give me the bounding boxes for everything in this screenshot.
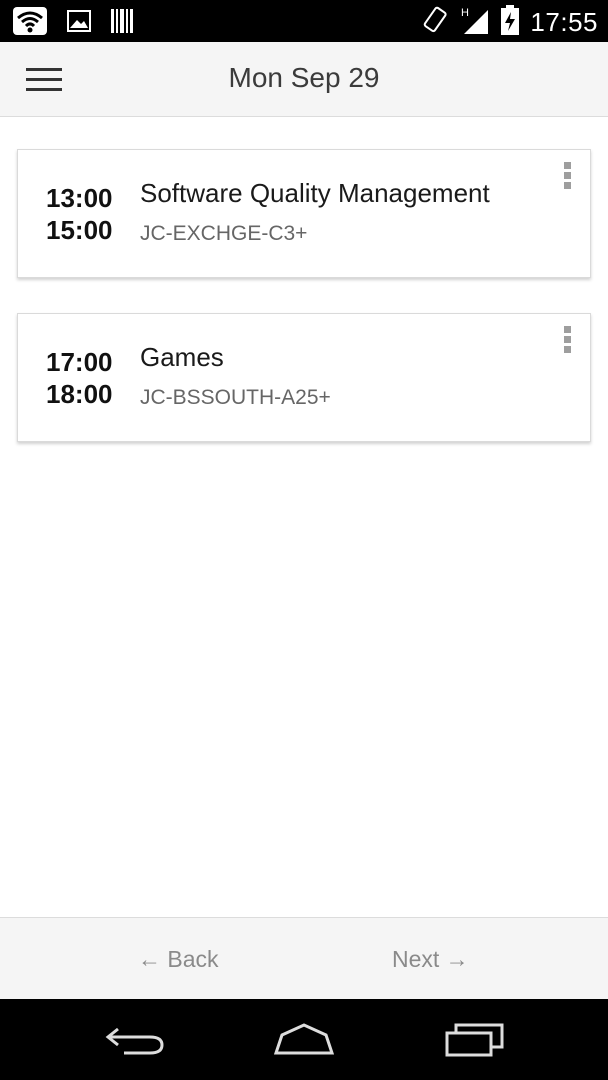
- status-left: [12, 6, 134, 41]
- status-right: H 17:55: [422, 4, 598, 41]
- back-button[interactable]: ← Back: [138, 946, 219, 973]
- event-room: JC-EXCHGE-C3+: [140, 222, 308, 245]
- overflow-menu-icon[interactable]: [556, 326, 578, 356]
- wifi-icon: [12, 6, 48, 41]
- clock: 17:55: [530, 7, 598, 37]
- event-start-time: 17:00: [46, 347, 113, 377]
- event-name: Software Quality Management: [140, 178, 490, 208]
- system-nav-bar: [0, 999, 608, 1080]
- next-button[interactable]: Next →: [392, 946, 469, 973]
- home-icon[interactable]: [272, 1019, 336, 1064]
- event-times: 17:00 18:00: [46, 346, 113, 410]
- signal-icon: H: [460, 4, 490, 41]
- overflow-menu-icon[interactable]: [556, 162, 578, 192]
- event-name: Games: [140, 342, 224, 372]
- battery-charging-icon: [500, 4, 520, 41]
- image-icon: [66, 9, 92, 38]
- recents-icon[interactable]: [444, 1019, 506, 1064]
- svg-text:H: H: [461, 7, 469, 19]
- app-bar: Mon Sep 29: [0, 42, 608, 117]
- bottom-nav: ← Back Next →: [0, 917, 608, 999]
- event-card[interactable]: 13:00 15:00 Software Quality Management …: [17, 149, 591, 278]
- event-card[interactable]: 17:00 18:00 Games JC-BSSOUTH-A25+: [17, 313, 591, 442]
- event-room: JC-BSSOUTH-A25+: [140, 386, 331, 409]
- event-start-time: 13:00: [46, 183, 113, 213]
- event-times: 13:00 15:00: [46, 182, 113, 246]
- back-icon[interactable]: [104, 1019, 166, 1064]
- status-bar: H 17:55: [0, 0, 608, 42]
- barcode-icon: [110, 8, 134, 39]
- event-end-time: 15:00: [46, 215, 113, 245]
- event-end-time: 18:00: [46, 379, 113, 409]
- rotate-icon: [422, 5, 450, 40]
- page-title: Mon Sep 29: [228, 62, 380, 93]
